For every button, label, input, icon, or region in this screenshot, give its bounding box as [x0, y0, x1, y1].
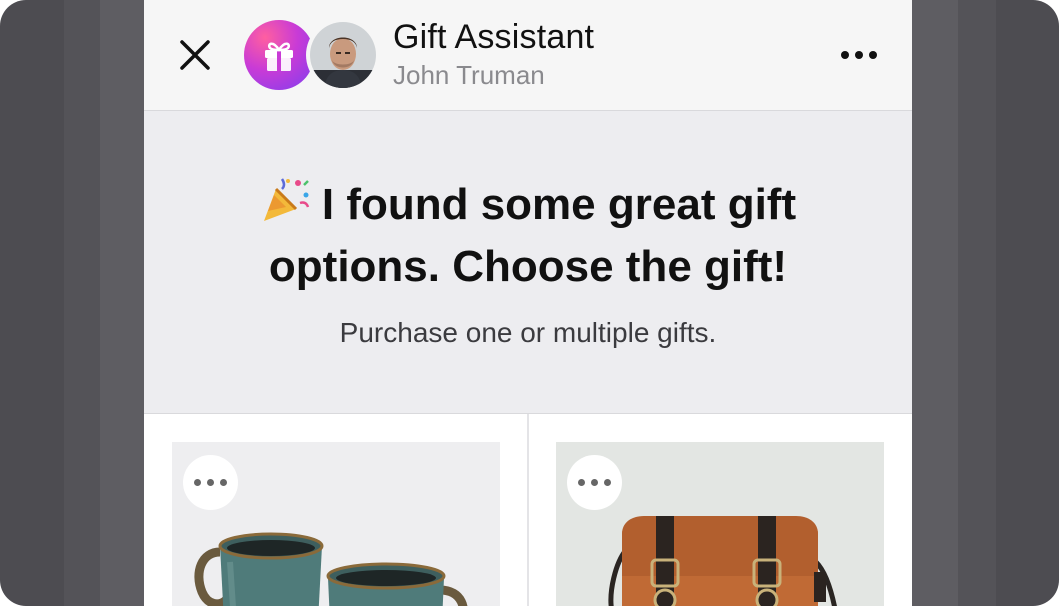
close-button[interactable] [176, 36, 214, 74]
close-icon [180, 40, 210, 70]
screen-frame: Gift Assistant John Truman I found some … [0, 0, 1059, 606]
product-card[interactable] [556, 442, 884, 606]
gift-assistant-avatar [244, 20, 314, 90]
user-photo [310, 22, 376, 88]
product-more-button[interactable] [183, 455, 238, 510]
hero-headline-text: I found some great gift options. Choose … [268, 180, 797, 291]
more-horizontal-icon [194, 479, 227, 486]
header-subtitle: John Truman [393, 60, 545, 90]
product-grid [144, 414, 912, 606]
header-more-button[interactable] [834, 38, 884, 72]
product-more-button[interactable] [567, 455, 622, 510]
product-card[interactable] [172, 442, 500, 606]
message-hero: I found some great gift options. Choose … [144, 111, 912, 414]
gift-icon [265, 42, 293, 71]
grid-divider [527, 414, 529, 606]
gift-assistant-screen: Gift Assistant John Truman I found some … [144, 0, 912, 606]
hero-headline: I found some great gift options. Choose … [204, 175, 852, 295]
hero-subtext: Purchase one or multiple gifts. [339, 317, 717, 348]
user-avatar [306, 18, 380, 92]
header-title: Gift Assistant [393, 18, 595, 56]
more-horizontal-icon [578, 479, 611, 486]
chat-header: Gift Assistant John Truman [144, 0, 912, 111]
more-horizontal-icon [841, 51, 877, 59]
party-popper-icon [260, 175, 312, 239]
